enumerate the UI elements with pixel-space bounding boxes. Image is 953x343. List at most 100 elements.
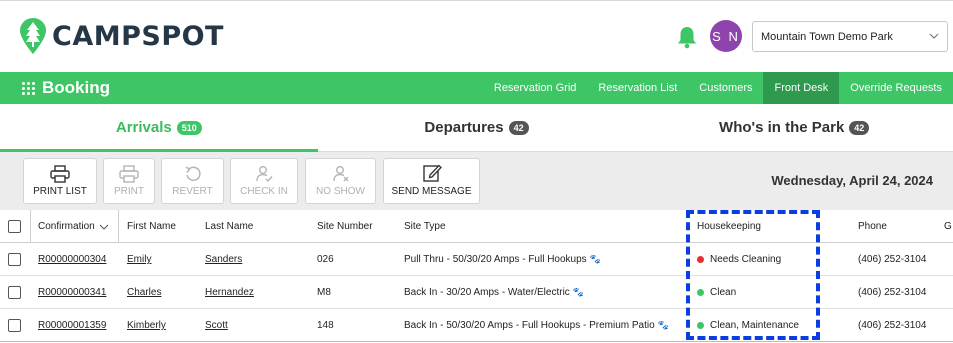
person-check-icon bbox=[256, 166, 273, 183]
check-in-label: CHECK IN bbox=[240, 186, 288, 197]
nav-reservation-grid[interactable]: Reservation Grid bbox=[483, 72, 588, 104]
column-header-housekeeping[interactable]: Housekeeping bbox=[697, 210, 761, 243]
print-list-button[interactable]: PRINT LIST bbox=[23, 158, 97, 204]
tab-whos-in-the-park[interactable]: Who's in the Park 42 bbox=[635, 104, 953, 151]
column-header-site-type[interactable]: Site Type bbox=[404, 210, 446, 243]
housekeeping-text: Needs Cleaning bbox=[710, 254, 782, 265]
column-header-truncated[interactable]: G bbox=[944, 210, 952, 243]
print-label: PRINT bbox=[114, 186, 144, 197]
last-name-link[interactable]: Scott bbox=[205, 309, 228, 342]
paw-icon: 🐾 bbox=[657, 320, 669, 330]
housekeeping-status: Clean bbox=[697, 276, 736, 309]
site-type-text: Back In - 30/20 Amps - Water/Electric bbox=[404, 287, 570, 298]
paw-icon: 🐾 bbox=[589, 254, 601, 264]
front-desk-tabs: Arrivals 510 Departures 42 Who's in the … bbox=[0, 104, 953, 152]
nav-brand-label: Booking bbox=[42, 78, 110, 97]
housekeeping-text: Clean bbox=[710, 287, 737, 298]
action-toolbar: PRINT LIST PRINT REVERT CHECK IN NO SHOW bbox=[0, 152, 953, 210]
status-dot bbox=[697, 289, 704, 296]
row-checkbox[interactable] bbox=[8, 253, 21, 266]
site-type: Back In - 30/20 Amps - Water/Electric 🐾 bbox=[404, 276, 584, 309]
chevron-down-icon bbox=[99, 224, 109, 230]
send-message-label: SEND MESSAGE bbox=[391, 186, 472, 197]
housekeeping-status: Clean, Maintenance bbox=[697, 309, 799, 342]
print-list-label: PRINT LIST bbox=[33, 186, 87, 197]
booking-menu[interactable]: Booking bbox=[22, 72, 110, 104]
column-header-phone[interactable]: Phone bbox=[858, 210, 887, 243]
site-number: 026 bbox=[317, 254, 334, 265]
tab-label: Who's in the Park bbox=[719, 119, 845, 136]
select-all-checkbox[interactable] bbox=[8, 220, 21, 233]
site-number: M8 bbox=[317, 287, 331, 298]
printer-icon bbox=[50, 165, 70, 183]
table-header-row: Confirmation First Name Last Name Site N… bbox=[0, 210, 953, 243]
row-checkbox[interactable] bbox=[8, 319, 21, 332]
first-name-link[interactable]: Charles bbox=[127, 276, 161, 309]
app-grid-icon bbox=[22, 81, 35, 95]
current-date: Wednesday, April 24, 2024 bbox=[771, 173, 933, 188]
housekeeping-status: Needs Cleaning bbox=[697, 243, 781, 276]
first-name-link[interactable]: Kimberly bbox=[127, 309, 166, 342]
nav-customers[interactable]: Customers bbox=[688, 72, 763, 104]
confirmation-link[interactable]: R00000000304 bbox=[38, 243, 106, 276]
bell-icon[interactable] bbox=[676, 25, 698, 49]
arrivals-table: Confirmation First Name Last Name Site N… bbox=[0, 210, 953, 342]
nav-override-requests[interactable]: Override Requests bbox=[839, 72, 953, 104]
logo-text: CAMPSPOT bbox=[52, 20, 224, 52]
main-nav: Booking Reservation Grid Reservation Lis… bbox=[0, 72, 953, 104]
status-dot bbox=[697, 256, 704, 263]
nav-reservation-list[interactable]: Reservation List bbox=[587, 72, 688, 104]
site-type-text: Back In - 50/30/20 Amps - Full Hookups -… bbox=[404, 320, 655, 331]
undo-icon bbox=[185, 166, 201, 181]
tab-arrivals[interactable]: Arrivals 510 bbox=[0, 104, 318, 152]
table-row[interactable]: R00000000341 Charles Hernandez M8 Back I… bbox=[0, 276, 953, 309]
column-header-last-name[interactable]: Last Name bbox=[205, 210, 253, 243]
row-checkbox[interactable] bbox=[8, 286, 21, 299]
no-show-label: NO SHOW bbox=[316, 186, 365, 197]
tree-pin-icon bbox=[20, 18, 46, 54]
site-type: Back In - 50/30/20 Amps - Full Hookups -… bbox=[404, 309, 669, 342]
send-message-button[interactable]: SEND MESSAGE bbox=[383, 158, 480, 204]
count-badge: 42 bbox=[508, 120, 529, 135]
print-button[interactable]: PRINT bbox=[103, 158, 155, 204]
check-in-button[interactable]: CHECK IN bbox=[230, 158, 298, 204]
housekeeping-text: Clean, Maintenance bbox=[710, 320, 799, 331]
no-show-button[interactable]: NO SHOW bbox=[305, 158, 376, 204]
confirmation-link[interactable]: R00000001359 bbox=[38, 309, 106, 342]
column-header-first-name[interactable]: First Name bbox=[127, 210, 176, 243]
table-row[interactable]: R00000000304 Emily Sanders 026 Pull Thru… bbox=[0, 243, 953, 276]
person-x-icon bbox=[332, 166, 348, 182]
tab-label: Departures bbox=[424, 119, 504, 136]
column-divider bbox=[118, 210, 119, 243]
count-badge: 510 bbox=[176, 120, 202, 135]
printer-icon bbox=[119, 165, 139, 183]
last-name-link[interactable]: Sanders bbox=[205, 243, 242, 276]
column-divider bbox=[30, 210, 31, 243]
phone: (406) 252-3104 bbox=[858, 287, 927, 298]
site-type: Pull Thru - 50/30/20 Amps - Full Hookups… bbox=[404, 243, 601, 276]
table-row[interactable]: R00000001359 Kimberly Scott 148 Back In … bbox=[0, 309, 953, 342]
revert-label: REVERT bbox=[172, 186, 213, 197]
column-header-confirmation[interactable]: Confirmation bbox=[38, 210, 109, 243]
campspot-logo[interactable]: CAMPSPOT bbox=[20, 18, 224, 54]
paw-icon: 🐾 bbox=[572, 287, 585, 297]
confirmation-link[interactable]: R00000000341 bbox=[38, 276, 106, 309]
column-header-label: Confirmation bbox=[38, 221, 95, 232]
park-select-value: Mountain Town Demo Park bbox=[761, 30, 893, 43]
revert-button[interactable]: REVERT bbox=[161, 158, 224, 204]
count-badge: 42 bbox=[849, 120, 870, 135]
park-select[interactable]: Mountain Town Demo Park bbox=[752, 21, 948, 52]
phone: (406) 252-3104 bbox=[858, 254, 927, 265]
avatar[interactable]: S N bbox=[710, 20, 742, 52]
site-type-text: Pull Thru - 50/30/20 Amps - Full Hookups bbox=[404, 254, 587, 265]
phone: (406) 252-3104 bbox=[858, 320, 927, 331]
site-number: 148 bbox=[317, 320, 334, 331]
tab-departures[interactable]: Departures 42 bbox=[318, 104, 636, 151]
tab-label: Arrivals bbox=[115, 119, 172, 136]
status-dot bbox=[697, 322, 704, 329]
first-name-link[interactable]: Emily bbox=[127, 243, 151, 276]
nav-front-desk[interactable]: Front Desk bbox=[763, 72, 840, 104]
last-name-link[interactable]: Hernandez bbox=[205, 276, 254, 309]
edit-icon bbox=[422, 164, 442, 182]
column-header-site-number[interactable]: Site Number bbox=[317, 210, 373, 243]
